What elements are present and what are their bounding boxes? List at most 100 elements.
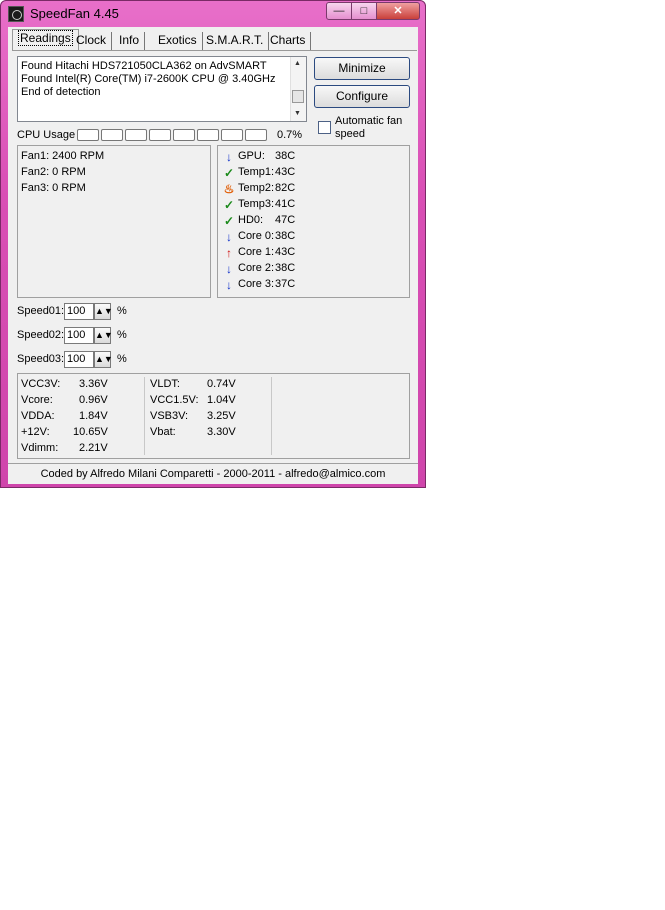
- temp-value: 37C: [275, 278, 296, 290]
- fan-reading: Fan2: 0 RPM: [21, 166, 86, 178]
- voltage-value: 1.84V: [79, 410, 108, 422]
- scroll-down-icon[interactable]: ▼: [294, 110, 301, 117]
- temp-name: Temp1:: [238, 166, 275, 178]
- temp-value: 38C: [275, 262, 296, 274]
- speed03-label: Speed03:: [17, 353, 65, 365]
- cpu-usage-label: CPU Usage: [17, 129, 76, 141]
- temp-name: Core 3:: [238, 278, 275, 290]
- speed01-label: Speed01:: [17, 305, 65, 317]
- client-area: Readings Clock Info Exotics S.M.A.R.T. C…: [8, 27, 418, 484]
- minimize-button[interactable]: Minimize: [314, 57, 410, 80]
- voltage-value: 1.04V: [207, 394, 236, 406]
- temp-name: Temp3:: [238, 198, 275, 210]
- voltage-name: VCC1.5V:: [150, 394, 199, 406]
- temp-name: Core 2:: [238, 262, 275, 274]
- cpu-core-meter: [197, 129, 219, 141]
- voltage-name: VLDT:: [150, 378, 180, 390]
- voltage-value: 3.36V: [79, 378, 108, 390]
- speedfan-app-icon[interactable]: [8, 6, 24, 22]
- temp-value: 43C: [275, 246, 296, 258]
- down-arrow-icon: ↓: [226, 230, 232, 244]
- cpu-core-meter: [77, 129, 99, 141]
- flame-icon: ♨: [223, 182, 235, 196]
- maximize-window-button[interactable]: □: [351, 2, 377, 20]
- speed02-input[interactable]: 100: [64, 327, 94, 344]
- tab-info[interactable]: Info: [114, 32, 146, 50]
- scroll-up-icon[interactable]: ▲: [294, 60, 301, 67]
- scroll-thumb[interactable]: [292, 90, 304, 103]
- temp-value: 43C: [275, 166, 296, 178]
- voltage-value: 3.30V: [207, 426, 236, 438]
- close-window-button[interactable]: ✕: [376, 2, 420, 20]
- speed03-spinner-icon[interactable]: ▲▼: [94, 351, 113, 368]
- automatic-fan-speed-label[interactable]: Automatic fan speed: [335, 115, 415, 141]
- title-bar[interactable]: SpeedFan 4.45 — □ ✕: [1, 1, 425, 27]
- fan-reading: Fan3: 0 RPM: [21, 182, 86, 194]
- temp-value: 38C: [275, 230, 296, 242]
- check-icon: ✓: [223, 166, 235, 180]
- voltage-name: Vdimm:: [21, 442, 59, 454]
- speed02-spinner-icon[interactable]: ▲▼: [94, 327, 113, 344]
- voltage-value: 2.21V: [79, 442, 108, 454]
- voltage-name: VDDA:: [21, 410, 55, 422]
- tab-charts[interactable]: Charts: [265, 32, 312, 50]
- tab-strip: Readings Clock Info Exotics S.M.A.R.T. C…: [10, 29, 417, 51]
- speed01-input[interactable]: 100: [64, 303, 94, 320]
- voltage-value: 0.74V: [207, 378, 236, 390]
- log-line: End of detection: [21, 86, 101, 98]
- voltage-value: 0.96V: [79, 394, 108, 406]
- cpu-core-meter: [149, 129, 171, 141]
- window-title: SpeedFan 4.45: [30, 6, 119, 21]
- speed03-unit: %: [117, 353, 127, 365]
- configure-button[interactable]: Configure: [314, 85, 410, 108]
- temp-value: 82C: [275, 182, 296, 194]
- tab-exotics[interactable]: Exotics: [155, 32, 203, 50]
- fan-speeds-panel: Fan1: 2400 RPM Fan2: 0 RPM Fan3: 0 RPM: [17, 145, 211, 298]
- log-line: Found Hitachi HDS721050CLA362 on AdvSMAR…: [21, 60, 267, 72]
- tab-readings-label: Readings: [18, 30, 73, 46]
- voltage-column-divider: [144, 377, 145, 455]
- voltage-name: Vbat:: [150, 426, 176, 438]
- voltage-name: +12V:: [21, 426, 50, 438]
- temp-name: Core 0:: [238, 230, 275, 242]
- voltages-panel: VCC3V: 3.36V Vcore: 0.96V VDDA: 1.84V +1…: [17, 373, 410, 459]
- down-arrow-icon: ↓: [226, 150, 232, 164]
- voltage-value: 10.65V: [73, 426, 108, 438]
- minimize-window-button[interactable]: —: [326, 2, 352, 20]
- speed01-spinner-icon[interactable]: ▲▼: [94, 303, 113, 320]
- log-line: Found Intel(R) Core(TM) i7-2600K CPU @ 3…: [21, 73, 276, 85]
- temp-value: 41C: [275, 198, 296, 210]
- cpu-usage-value: 0.7%: [277, 129, 303, 141]
- temp-name: GPU:: [238, 150, 265, 162]
- voltage-name: Vcore:: [21, 394, 53, 406]
- temp-value: 47C: [275, 214, 296, 226]
- log-scrollbar[interactable]: ▲ ▼: [290, 57, 306, 121]
- cpu-core-meter: [221, 129, 243, 141]
- cpu-core-meter: [245, 129, 267, 141]
- voltage-value: 3.25V: [207, 410, 236, 422]
- voltage-column-divider: [271, 377, 272, 455]
- up-arrow-icon: ↑: [226, 246, 232, 260]
- speedfan-window: SpeedFan 4.45 — □ ✕ Readings Clock Info …: [0, 0, 426, 488]
- temp-value: 38C: [275, 150, 296, 162]
- speed02-unit: %: [117, 329, 127, 341]
- cpu-core-meter: [101, 129, 123, 141]
- automatic-fan-speed-checkbox[interactable]: [318, 121, 331, 134]
- tab-clock[interactable]: Clock: [71, 32, 113, 50]
- detection-log[interactable]: Found Hitachi HDS721050CLA362 on AdvSMAR…: [17, 56, 307, 122]
- temp-name: Temp2:: [238, 182, 275, 194]
- check-icon: ✓: [223, 198, 235, 212]
- voltage-name: VSB3V:: [150, 410, 189, 422]
- temp-name: HD0:: [238, 214, 264, 226]
- credits-footer: Coded by Alfredo Milani Comparetti - 200…: [8, 463, 418, 484]
- check-icon: ✓: [223, 214, 235, 228]
- voltage-name: VCC3V:: [21, 378, 61, 390]
- speed01-unit: %: [117, 305, 127, 317]
- down-arrow-icon: ↓: [226, 262, 232, 276]
- speed03-input[interactable]: 100: [64, 351, 94, 368]
- fan-reading: Fan1: 2400 RPM: [21, 150, 105, 162]
- tab-smart[interactable]: S.M.A.R.T.: [201, 32, 270, 50]
- temperatures-panel: ↓ GPU: 38C ✓ Temp1: 43C ♨ Temp2: 82C ✓ T…: [217, 145, 410, 298]
- speed02-label: Speed02:: [17, 329, 65, 341]
- tab-readings[interactable]: Readings: [12, 29, 79, 51]
